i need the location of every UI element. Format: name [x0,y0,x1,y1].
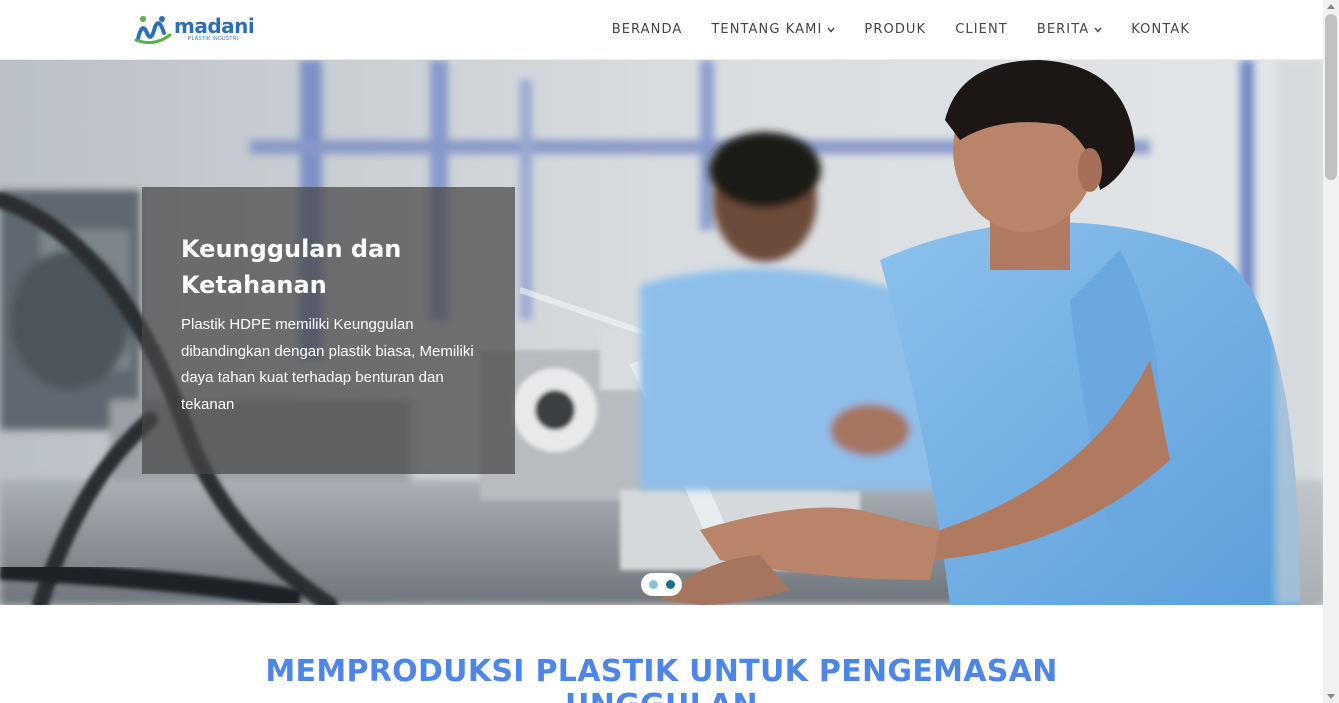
page: madani PLASTIK INDUSTRI BERANDA TENTANG … [0,0,1339,703]
scroll-up-arrow-icon[interactable] [1327,4,1335,9]
chevron-down-icon [827,27,835,33]
slider-dot-2-active[interactable] [665,580,675,589]
section-title-line2: UNGGULAN [0,689,1323,703]
nav-label: PRODUK [864,22,927,37]
site-logo[interactable]: madani PLASTIK INDUSTRI [134,13,255,45]
nav-item-kontak[interactable]: KONTAK [1131,22,1190,37]
section-title: MEMPRODUKSI PLASTIK UNTUK PENGEMASAN UNG… [0,655,1323,703]
nav-item-produk[interactable]: PRODUK [864,22,926,37]
nav-label: BERITA [1036,22,1090,37]
nav-label: KONTAK [1131,22,1190,37]
nav-label: TENTANG KAMI [711,22,823,37]
logo-subtitle: PLASTIK INDUSTRI [188,36,239,42]
nav-label: BERANDA [611,22,683,37]
slide-caption-body: Plastik HDPE memiliki Keunggulan dibandi… [181,316,474,413]
hero-slider: Keunggulan dan Ketahanan Plastik HDPE me… [0,60,1323,605]
scroll-thumb[interactable] [1325,14,1337,180]
slider-pagination [641,573,682,596]
logo-icon [134,16,172,45]
nav-item-beranda[interactable]: BERANDA [612,22,683,37]
nav-item-client[interactable]: CLIENT [955,22,1008,37]
logo-text: madani PLASTIK INDUSTRI [174,14,255,42]
site-header: madani PLASTIK INDUSTRI BERANDA TENTANG … [0,0,1323,60]
scroll-down-arrow-icon[interactable] [1327,694,1335,699]
slide-caption: Keunggulan dan Ketahanan Plastik HDPE me… [142,187,515,474]
nav-item-tentang-kami[interactable]: TENTANG KAMI [711,22,835,37]
nav-item-berita[interactable]: BERITA [1037,22,1102,37]
page-scrollbar[interactable] [1323,0,1339,703]
main-nav: BERANDA TENTANG KAMI PRODUK CLIENT BERIT… [612,0,1190,59]
nav-label: CLIENT [955,22,1008,37]
slide-caption-title: Keunggulan dan Ketahanan [181,235,402,299]
section-title-line1: MEMPRODUKSI PLASTIK UNTUK PENGEMASAN [265,654,1058,689]
logo-word: madani [174,14,255,38]
chevron-down-icon [1094,27,1102,33]
slider-dot-1[interactable] [648,580,658,589]
